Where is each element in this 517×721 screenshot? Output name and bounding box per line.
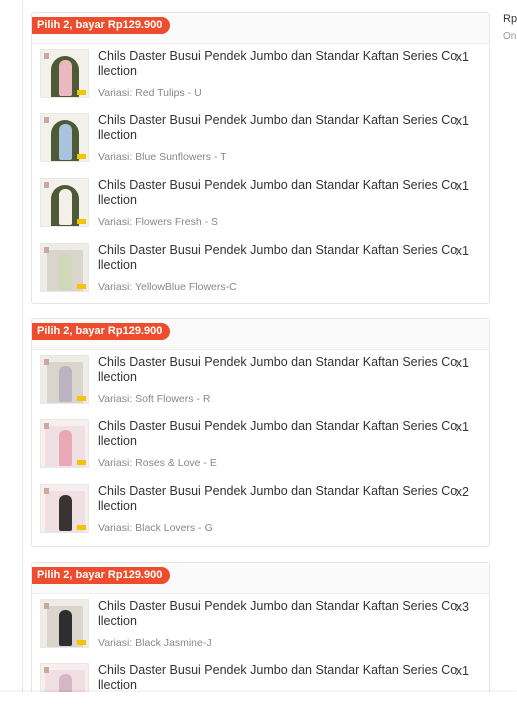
product-title[interactable]: Chils Daster Busui Pendek Jumbo dan Stan… xyxy=(98,178,458,208)
dress-image xyxy=(59,495,72,531)
order-item[interactable]: Chils Daster Busui Pendek Jumbo dan Stan… xyxy=(40,599,481,651)
promo-group-header: Pilih 2, bayar Rp129.900 xyxy=(32,319,489,350)
dress-image xyxy=(59,124,72,160)
page-left-border xyxy=(22,0,23,721)
item-variant: Variasi: Black Jasmine-J xyxy=(98,637,212,649)
order-summary-column: Rp On xyxy=(503,13,517,42)
dress-image xyxy=(59,610,72,646)
item-quantity: x1 xyxy=(455,244,469,258)
product-title[interactable]: Chils Daster Busui Pendek Jumbo dan Stan… xyxy=(98,663,458,693)
order-item[interactable]: Chils Daster Busui Pendek Jumbo dan Stan… xyxy=(40,355,481,407)
dress-image xyxy=(59,430,72,466)
product-thumbnail[interactable] xyxy=(40,419,89,468)
item-variant: Variasi: YellowBlue Flowers-C xyxy=(98,281,237,293)
item-quantity: x1 xyxy=(455,356,469,370)
product-title[interactable]: Chils Daster Busui Pendek Jumbo dan Stan… xyxy=(98,484,458,514)
item-quantity: x2 xyxy=(455,485,469,499)
product-thumbnail[interactable] xyxy=(40,484,89,533)
product-title[interactable]: Chils Daster Busui Pendek Jumbo dan Stan… xyxy=(98,355,458,385)
item-variant: Variasi: Red Tulips - U xyxy=(98,87,202,99)
promo-badge[interactable]: Pilih 2, bayar Rp129.900 xyxy=(32,323,171,340)
promo-badge[interactable]: Pilih 2, bayar Rp129.900 xyxy=(32,567,171,584)
product-thumbnail[interactable] xyxy=(40,599,89,648)
product-thumbnail[interactable] xyxy=(40,178,89,227)
dress-image xyxy=(59,366,72,402)
item-variant: Variasi: Roses & Love - E xyxy=(98,457,217,469)
order-item[interactable]: Chils Daster Busui Pendek Jumbo dan Stan… xyxy=(40,113,481,165)
product-thumbnail[interactable] xyxy=(40,113,89,162)
item-variant: Variasi: Black Lovers - G xyxy=(98,522,213,534)
promo-group-2: Pilih 2, bayar Rp129.900 Chils Daster Bu… xyxy=(31,318,490,547)
product-title[interactable]: Chils Daster Busui Pendek Jumbo dan Stan… xyxy=(98,49,458,79)
bottom-bar xyxy=(0,692,517,721)
order-item[interactable]: Chils Daster Busui Pendek Jumbo dan Stan… xyxy=(40,49,481,101)
product-title[interactable]: Chils Daster Busui Pendek Jumbo dan Stan… xyxy=(98,243,458,273)
dress-image xyxy=(59,189,72,225)
dress-image xyxy=(59,60,72,96)
order-item[interactable]: Chils Daster Busui Pendek Jumbo dan Stan… xyxy=(40,419,481,471)
summary-price-label: Rp xyxy=(503,13,517,25)
item-variant: Variasi: Flowers Fresh - S xyxy=(98,216,218,228)
order-item[interactable]: Chils Daster Busui Pendek Jumbo dan Stan… xyxy=(40,243,481,295)
order-item[interactable]: Chils Daster Busui Pendek Jumbo dan Stan… xyxy=(40,484,481,536)
item-quantity: x1 xyxy=(455,114,469,128)
product-title[interactable]: Chils Daster Busui Pendek Jumbo dan Stan… xyxy=(98,599,458,629)
item-variant: Variasi: Blue Sunflowers - T xyxy=(98,151,227,163)
promo-group-header: Pilih 2, bayar Rp129.900 xyxy=(32,13,489,44)
promo-group-1: Pilih 2, bayar Rp129.900 Chils Daster Bu… xyxy=(31,12,490,304)
item-quantity: x1 xyxy=(455,420,469,434)
item-quantity: x1 xyxy=(455,179,469,193)
item-quantity: x3 xyxy=(455,600,469,614)
product-thumbnail[interactable] xyxy=(40,49,89,98)
order-item[interactable]: Chils Daster Busui Pendek Jumbo dan Stan… xyxy=(40,178,481,230)
dress-image xyxy=(59,254,72,290)
promo-group-header: Pilih 2, bayar Rp129.900 xyxy=(32,563,489,594)
item-variant: Variasi: Soft Flowers - R xyxy=(98,393,211,405)
item-quantity: x1 xyxy=(455,664,469,678)
summary-sub-label: On xyxy=(503,31,517,42)
item-quantity: x1 xyxy=(455,50,469,64)
product-title[interactable]: Chils Daster Busui Pendek Jumbo dan Stan… xyxy=(98,419,458,449)
promo-badge[interactable]: Pilih 2, bayar Rp129.900 xyxy=(32,17,171,34)
product-title[interactable]: Chils Daster Busui Pendek Jumbo dan Stan… xyxy=(98,113,458,143)
product-thumbnail[interactable] xyxy=(40,243,89,292)
product-thumbnail[interactable] xyxy=(40,355,89,404)
